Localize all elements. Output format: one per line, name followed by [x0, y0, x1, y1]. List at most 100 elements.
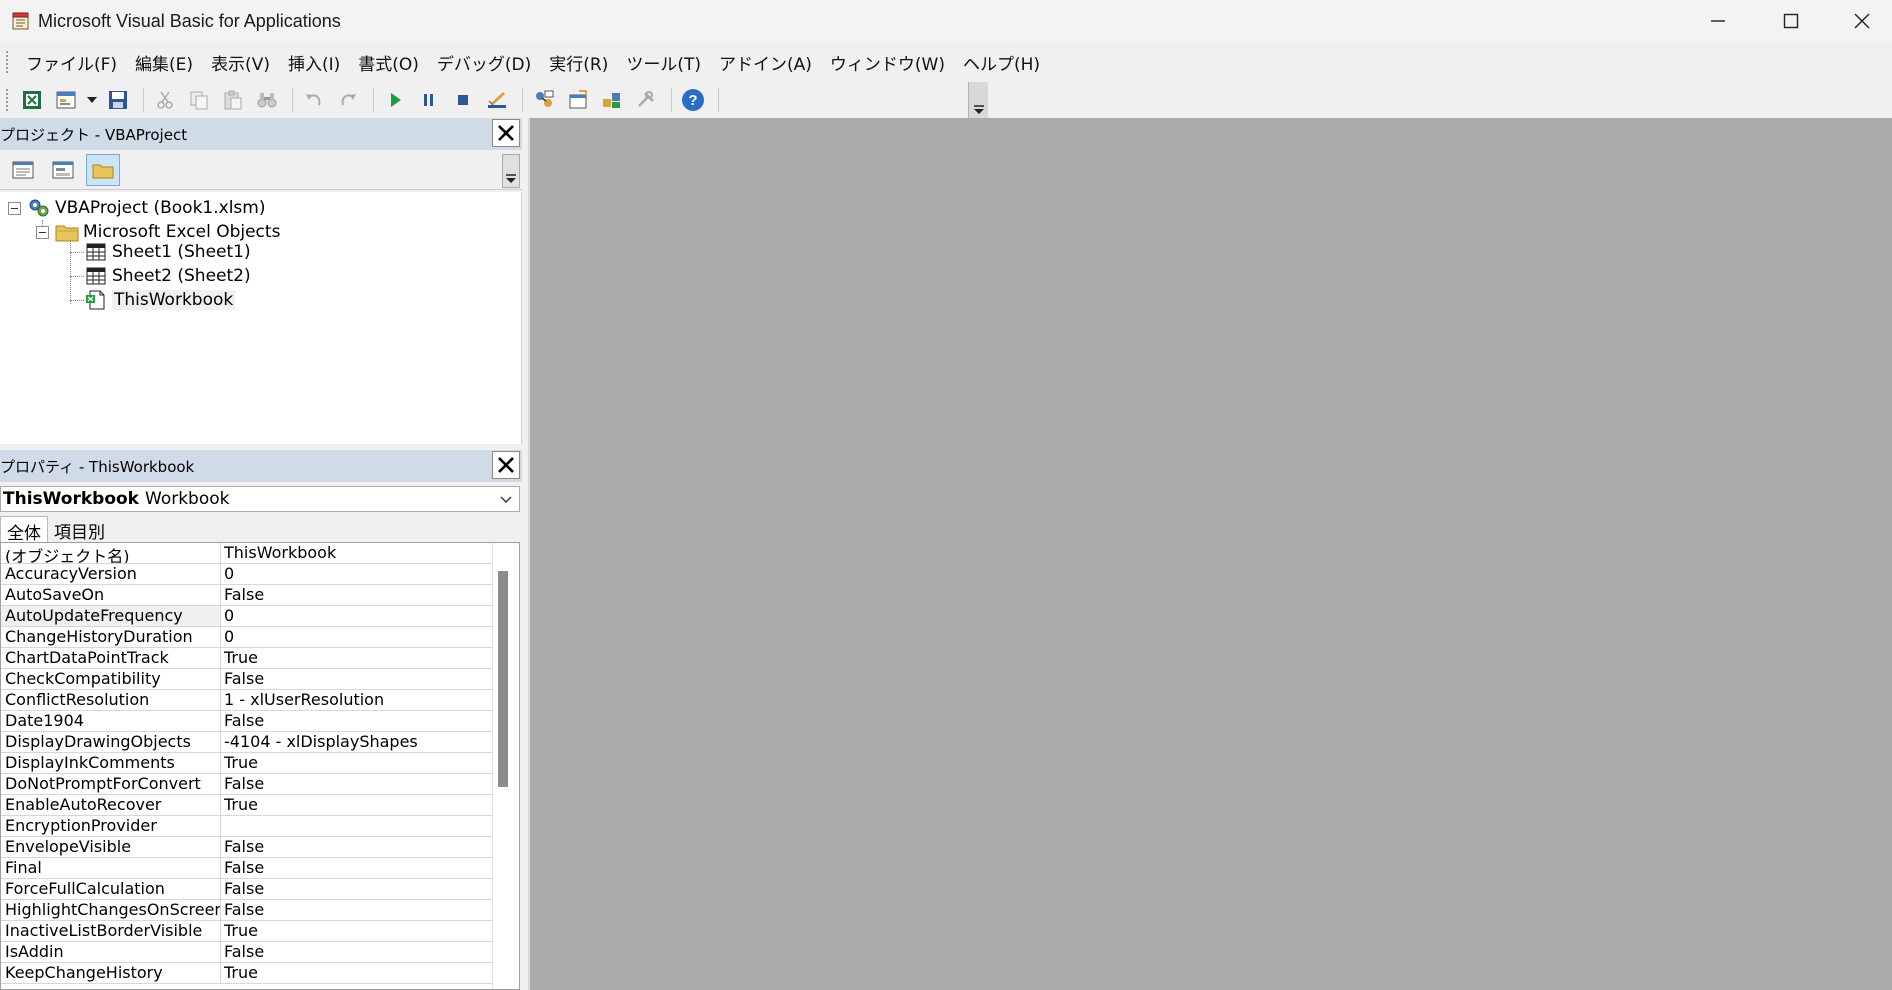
property-row[interactable]: HighlightChangesOnScreen False [1, 900, 519, 921]
property-value[interactable]: True [221, 795, 489, 815]
run-button[interactable] [380, 85, 410, 115]
collapse-toggle[interactable] [8, 201, 21, 215]
maximize-button[interactable] [1755, 0, 1827, 42]
property-row[interactable]: CheckCompatibility False [1, 669, 519, 690]
tree-node-thisworkbook[interactable]: ThisWorkbook [84, 288, 236, 312]
property-value[interactable]: False [221, 669, 489, 689]
play-icon [391, 93, 401, 107]
property-row[interactable]: ChangeHistoryDuration 0 [1, 627, 519, 648]
tree-node-vbaproject[interactable]: VBAProject (Book1.xlsm) [8, 196, 265, 220]
property-row[interactable]: (オブジェクト名) ThisWorkbook [1, 543, 519, 564]
menu-debug[interactable]: デバッグ(D) [428, 46, 540, 79]
find-button[interactable] [252, 85, 282, 115]
property-row[interactable]: EnableAutoRecover True [1, 795, 519, 816]
properties-window-button[interactable] [563, 85, 593, 115]
property-value[interactable]: False [221, 942, 489, 962]
property-value[interactable]: False [221, 900, 489, 920]
property-row[interactable]: AccuracyVersion 0 [1, 564, 519, 585]
project-toolbar-options-button[interactable] [502, 154, 520, 188]
close-properties-button[interactable] [492, 451, 520, 479]
property-row[interactable]: DoNotPromptForConvert False [1, 774, 519, 795]
property-row[interactable]: AutoUpdateFrequency 0 [1, 606, 519, 627]
properties-scrollbar[interactable] [492, 543, 519, 989]
property-value[interactable]: 0 [221, 627, 489, 647]
reset-button[interactable] [448, 85, 478, 115]
menu-tools[interactable]: ツール(T) [617, 46, 710, 79]
property-row[interactable]: ConflictResolution 1 - xlUserResolution [1, 690, 519, 711]
cut-button[interactable] [150, 85, 180, 115]
property-value[interactable]: True [221, 753, 489, 773]
copy-button[interactable] [184, 85, 214, 115]
redo-button[interactable] [333, 85, 363, 115]
view-excel-button[interactable] [17, 85, 47, 115]
property-row[interactable]: DisplayDrawingObjects -4104 - xlDisplaySh… [1, 732, 519, 753]
property-value[interactable] [221, 816, 489, 836]
help-button[interactable]: ? [678, 85, 708, 115]
menu-addins[interactable]: アドイン(A) [710, 46, 821, 79]
menu-insert[interactable]: 挿入(I) [279, 46, 349, 79]
property-row[interactable]: Date1904 False [1, 711, 519, 732]
property-row[interactable]: IsAddin False [1, 942, 519, 963]
property-row[interactable]: EncryptionProvider [1, 816, 519, 837]
property-row[interactable]: ForceFullCalculation False [1, 879, 519, 900]
tab-categorized[interactable]: 項目別 [48, 516, 111, 543]
toolbar-options-button[interactable] [968, 82, 988, 118]
menu-run[interactable]: 実行(R) [540, 46, 617, 79]
break-button[interactable] [414, 85, 444, 115]
save-button[interactable] [103, 85, 133, 115]
property-value[interactable]: False [221, 858, 489, 878]
toolbar-separator [718, 88, 719, 112]
undo-button[interactable] [299, 85, 329, 115]
property-row[interactable]: DisplayInkComments True [1, 753, 519, 774]
property-row[interactable]: ChartDataPointTrack True [1, 648, 519, 669]
toggle-folders-button[interactable] [86, 153, 120, 186]
tree-node-sheet2[interactable]: Sheet2 (Sheet2) [84, 264, 251, 288]
property-row[interactable]: InactiveListBorderVisible True [1, 921, 519, 942]
property-value[interactable]: 0 [221, 606, 489, 626]
property-row[interactable]: AutoSaveOn False [1, 585, 519, 606]
menu-file[interactable]: ファイル(F) [17, 46, 126, 79]
tab-alphabetic[interactable]: 全体 [0, 516, 48, 544]
toolbox-button[interactable] [631, 85, 661, 115]
property-value[interactable]: False [221, 711, 489, 731]
menu-format[interactable]: 書式(O) [349, 46, 428, 79]
object-browser-button[interactable] [597, 85, 627, 115]
menu-view[interactable]: 表示(V) [202, 46, 279, 79]
project-explorer-button[interactable] [529, 85, 559, 115]
view-object-button[interactable] [46, 154, 80, 186]
insert-userform-button[interactable] [51, 85, 81, 115]
scrollbar-thumb[interactable] [498, 571, 508, 787]
close-window-button[interactable] [1826, 0, 1892, 42]
close-project-explorer-button[interactable] [492, 119, 520, 147]
menu-edit[interactable]: 編集(E) [126, 46, 202, 79]
property-value[interactable]: 1 - xlUserResolution [221, 690, 489, 710]
menu-grip[interactable] [6, 51, 9, 73]
property-value[interactable]: -4104 - xlDisplayShapes [221, 732, 489, 752]
property-value[interactable]: 0 [221, 564, 489, 584]
object-selector[interactable]: ThisWorkbook Workbook [0, 486, 520, 512]
property-value[interactable]: True [221, 921, 489, 941]
property-value[interactable]: True [221, 648, 489, 668]
property-value[interactable]: True [221, 963, 489, 983]
toolbar-grip[interactable] [6, 89, 9, 111]
property-value[interactable]: ThisWorkbook [221, 543, 489, 563]
menu-window[interactable]: ウィンドウ(W) [821, 46, 954, 79]
property-value[interactable]: False [221, 774, 489, 794]
minimize-button[interactable] [1682, 0, 1754, 42]
property-name: DisplayInkComments [1, 753, 221, 773]
mdi-client-area[interactable] [528, 118, 1892, 990]
property-row[interactable]: EnvelopeVisible False [1, 837, 519, 858]
tree-node-sheet1[interactable]: Sheet1 (Sheet1) [84, 240, 251, 264]
paste-button[interactable] [218, 85, 248, 115]
property-row[interactable]: KeepChangeHistory True [1, 963, 519, 984]
properties-rows: (オブジェクト名) ThisWorkbook AccuracyVersion 0 A… [1, 543, 519, 984]
property-row[interactable]: Final False [1, 858, 519, 879]
property-value[interactable]: False [221, 837, 489, 857]
insert-dropdown-button[interactable] [85, 85, 99, 115]
design-mode-button[interactable] [482, 85, 512, 115]
collapse-toggle[interactable] [36, 225, 49, 239]
property-value[interactable]: False [221, 879, 489, 899]
property-value[interactable]: False [221, 585, 489, 605]
menu-help[interactable]: ヘルプ(H) [954, 46, 1049, 79]
view-code-button[interactable] [6, 154, 40, 186]
